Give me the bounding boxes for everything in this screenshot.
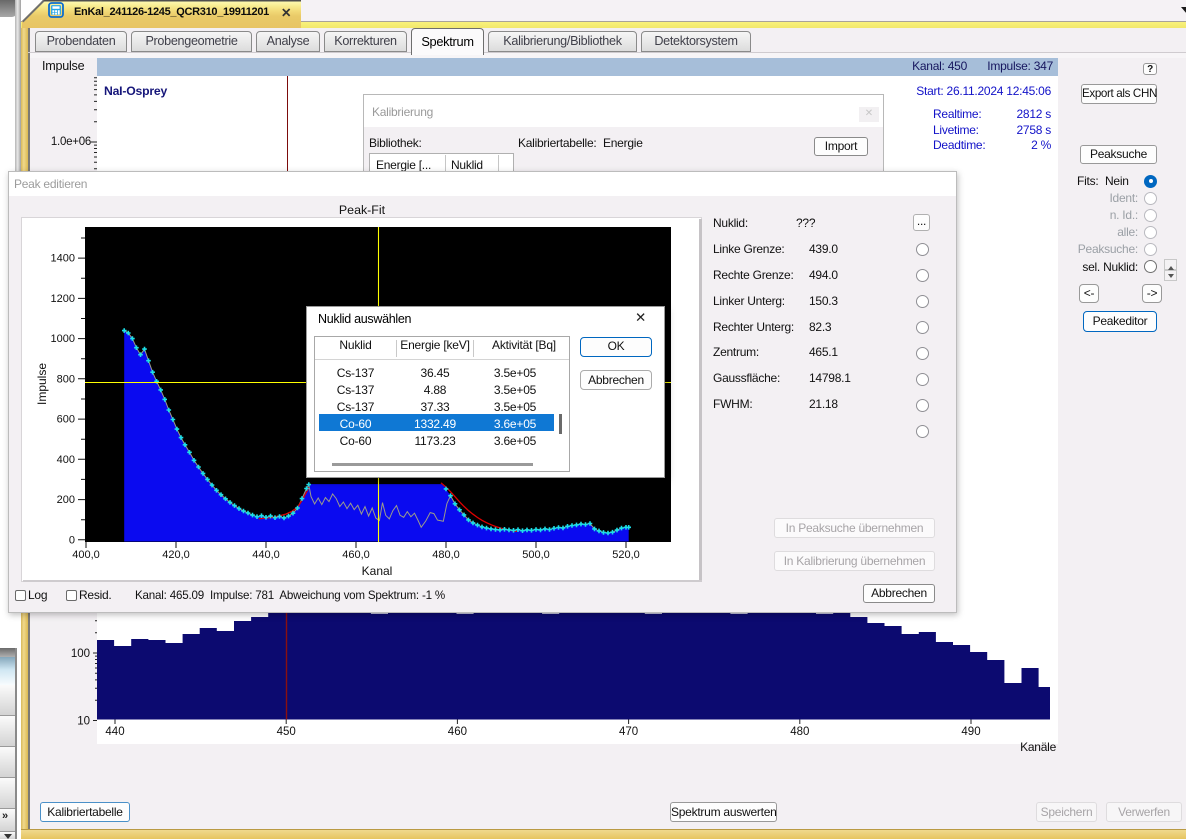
svg-text:1200: 1200 [51, 293, 75, 305]
svg-text:480: 480 [790, 726, 809, 738]
svg-text:440,0: 440,0 [252, 549, 280, 561]
svg-text:100: 100 [71, 648, 90, 660]
svg-text:470: 470 [619, 726, 638, 738]
svg-text:500,0: 500,0 [522, 549, 550, 561]
svg-text:460: 460 [448, 726, 467, 738]
svg-text:480,0: 480,0 [432, 549, 460, 561]
svg-text:Impulse: Impulse [35, 363, 49, 405]
svg-text:0: 0 [69, 534, 75, 546]
svg-text:520,0: 520,0 [612, 549, 640, 561]
svg-text:1400: 1400 [51, 253, 75, 265]
svg-text:1000: 1000 [51, 333, 75, 345]
svg-text:10: 10 [77, 716, 90, 728]
svg-text:Kanal: Kanal [362, 564, 393, 578]
svg-text:800: 800 [57, 373, 75, 385]
svg-text:400: 400 [57, 454, 75, 466]
svg-text:420,0: 420,0 [162, 549, 190, 561]
svg-text:600: 600 [57, 414, 75, 426]
svg-text:490: 490 [961, 726, 980, 738]
svg-text:440: 440 [105, 726, 124, 738]
svg-text:450: 450 [277, 726, 296, 738]
svg-text:200: 200 [57, 494, 75, 506]
svg-text:460,0: 460,0 [342, 549, 370, 561]
svg-text:400,0: 400,0 [72, 549, 100, 561]
